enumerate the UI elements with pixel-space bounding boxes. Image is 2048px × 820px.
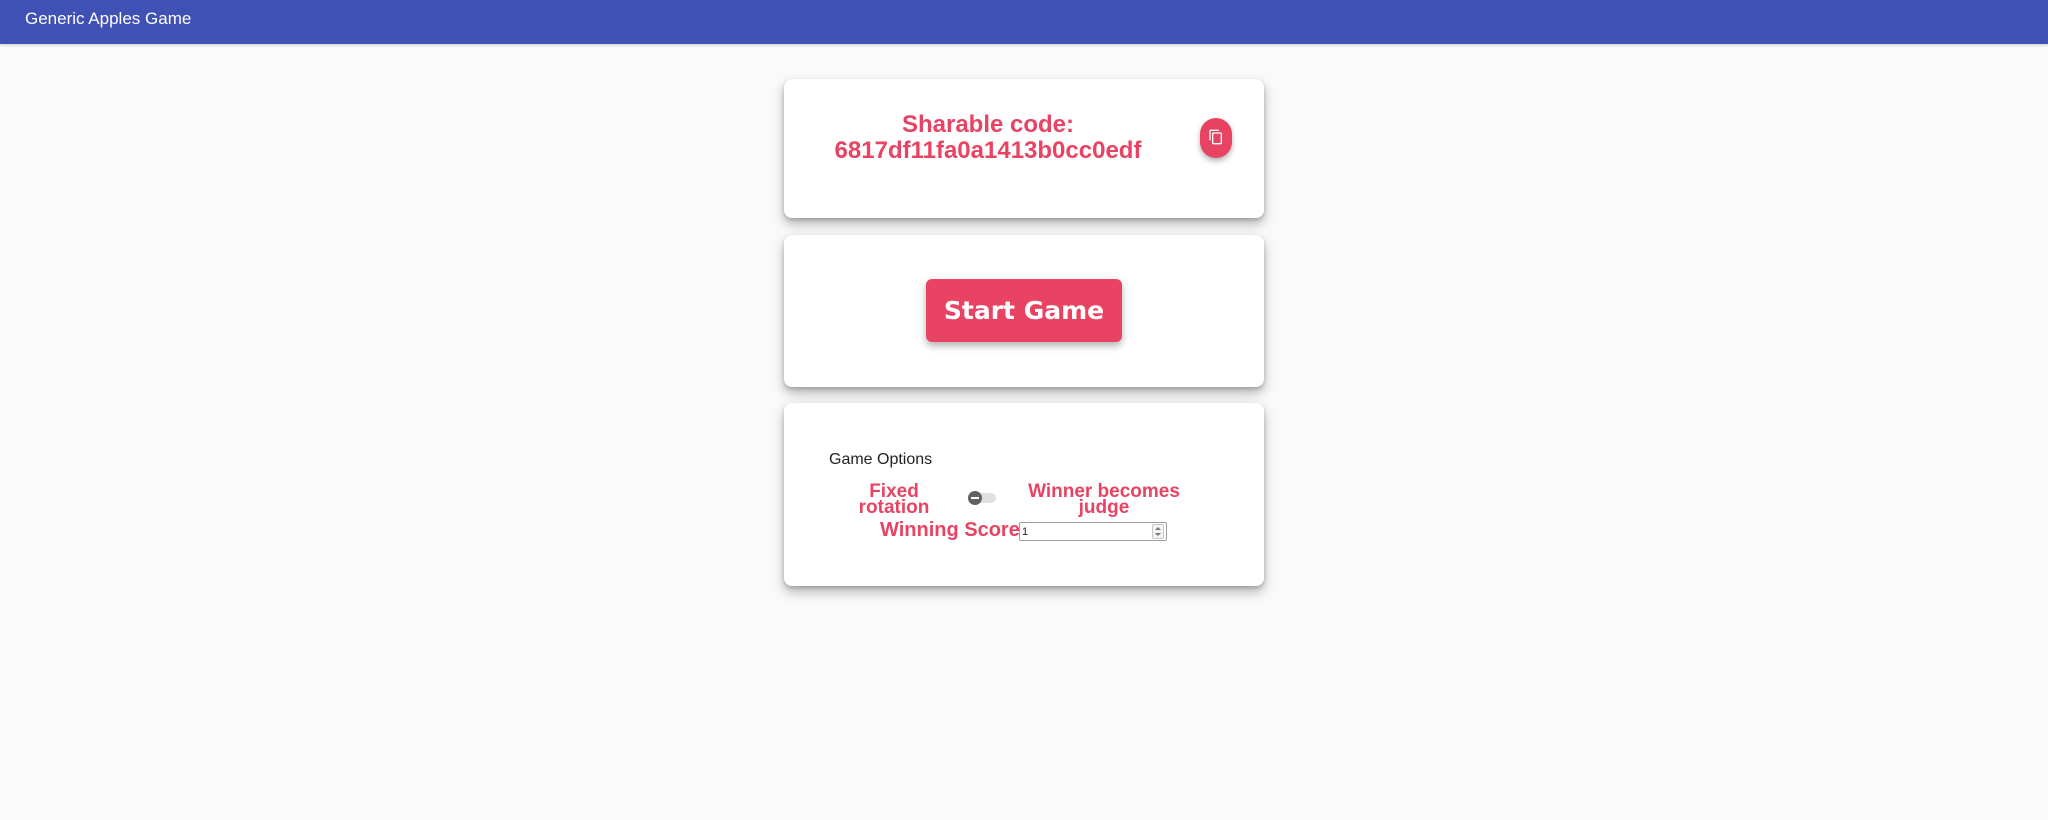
minus-icon xyxy=(971,497,979,499)
fixed-rotation-label: Fixed rotation xyxy=(839,482,949,518)
winning-score-field xyxy=(1019,522,1167,541)
app-bar: Generic Apples Game xyxy=(0,0,2048,44)
share-code-card: Sharable code: 6817df11fa0a1413b0cc0edf xyxy=(784,79,1264,218)
winner-judge-label-line2: judge xyxy=(1078,497,1130,518)
toggle-thumb xyxy=(968,491,982,505)
app-title: Generic Apples Game xyxy=(25,8,192,28)
number-spinner[interactable] xyxy=(1152,524,1164,539)
share-code-value: 6817df11fa0a1413b0cc0edf xyxy=(834,137,1142,164)
spinner-up-icon[interactable] xyxy=(1155,527,1161,530)
winning-score-label: Winning Score: xyxy=(880,519,1027,541)
winner-becomes-judge-label: Winner becomes judge xyxy=(1009,482,1199,518)
game-options-card: Game Options Fixed rotation Winner becom… xyxy=(784,403,1264,586)
fixed-rotation-label-line2: rotation xyxy=(858,497,930,518)
game-options-heading: Game Options xyxy=(829,451,933,468)
share-code-text: Sharable code: 6817df11fa0a1413b0cc0edf xyxy=(824,112,1152,164)
winning-score-input[interactable] xyxy=(1020,523,1148,540)
judge-mode-toggle[interactable] xyxy=(968,491,998,505)
spinner-down-icon[interactable] xyxy=(1155,533,1161,536)
start-game-card: Start Game xyxy=(784,235,1264,387)
share-code-label: Sharable code: xyxy=(901,111,1075,138)
start-game-button[interactable]: Start Game xyxy=(926,279,1122,342)
content-copy-icon xyxy=(1208,129,1224,148)
copy-code-button[interactable] xyxy=(1200,118,1232,158)
